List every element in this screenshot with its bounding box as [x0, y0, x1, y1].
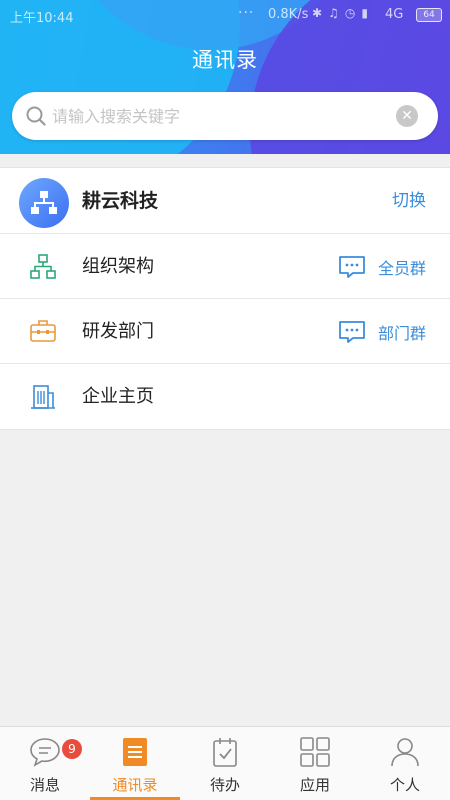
- battery-icon: 64: [416, 8, 442, 22]
- switch-company-button[interactable]: 切换: [392, 168, 426, 234]
- clear-icon[interactable]: ✕: [396, 105, 418, 127]
- status-bar: 上午10:44 ··· 0.8K/s ✱ ♫ ◷ ▮ 4G 64: [0, 0, 450, 32]
- company-name: 耕云科技: [82, 190, 159, 212]
- status-speed: 0.8K/s: [268, 7, 309, 22]
- menu-item-label: 组织架构: [82, 256, 154, 277]
- header: 上午10:44 ··· 0.8K/s ✱ ♫ ◷ ▮ 4G 64 通讯录 ✕: [0, 0, 450, 154]
- building-icon: [31, 385, 55, 409]
- status-network: 4G: [385, 7, 404, 22]
- tab-contacts[interactable]: 通讯录: [90, 727, 180, 800]
- menu-item-label: 研发部门: [82, 321, 154, 342]
- tab-label: 个人: [389, 776, 420, 794]
- contacts-icon: [123, 738, 147, 766]
- tab-todo[interactable]: 待办: [180, 727, 270, 800]
- search-icon: [26, 106, 46, 126]
- briefcase-icon: [30, 320, 56, 342]
- chat-bubble-icon: [339, 320, 365, 343]
- all-members-group-button[interactable]: 全员群: [338, 234, 426, 299]
- group-label: 部门群: [377, 323, 426, 343]
- person-icon: [391, 738, 419, 767]
- search-input[interactable]: [52, 102, 382, 130]
- tab-apps[interactable]: 应用: [270, 727, 360, 800]
- group-label: 全员群: [377, 258, 426, 278]
- apps-grid-icon: [300, 737, 330, 767]
- bottom-tab-bar: 9 消息 通讯录 待办 应用 个人: [0, 726, 450, 800]
- org-chart-icon: [31, 191, 57, 214]
- tab-label: 通讯录: [112, 776, 158, 794]
- chat-bubble-icon: [339, 255, 365, 278]
- signal-icon: ▮: [361, 6, 368, 20]
- tab-label: 消息: [29, 776, 60, 794]
- tab-messages[interactable]: 9 消息: [0, 727, 90, 800]
- todo-icon: [213, 738, 237, 767]
- menu-item-label: 企业主页: [82, 386, 154, 407]
- unread-badge: 9: [62, 739, 82, 759]
- vibrate-icon: ♫: [328, 6, 339, 20]
- chat-icon: [30, 738, 60, 767]
- tab-profile[interactable]: 个人: [360, 727, 450, 800]
- contacts-menu: 耕云科技 切换 组织架构 全员群 研发部门 部门群 企业主页: [0, 167, 450, 430]
- status-icons: ✱ ♫ ◷ ▮: [312, 6, 368, 20]
- department-group-button[interactable]: 部门群: [338, 299, 426, 364]
- bluetooth-icon: ✱: [312, 6, 323, 20]
- status-time: 上午10:44: [10, 11, 74, 26]
- company-row[interactable]: 耕云科技 切换: [0, 168, 450, 234]
- tab-label: 应用: [299, 776, 330, 794]
- company-logo: [19, 178, 69, 228]
- menu-item-rd-department[interactable]: 研发部门 部门群: [0, 299, 450, 364]
- status-dots: ···: [238, 5, 255, 21]
- search-bar[interactable]: ✕: [12, 92, 438, 140]
- alarm-icon: ◷: [344, 6, 356, 20]
- menu-item-org-structure[interactable]: 组织架构 全员群: [0, 234, 450, 299]
- tab-label: 待办: [209, 776, 240, 794]
- menu-item-company-homepage[interactable]: 企业主页: [0, 364, 450, 429]
- org-chart-icon: [30, 254, 56, 279]
- page-title: 通讯录: [192, 48, 258, 72]
